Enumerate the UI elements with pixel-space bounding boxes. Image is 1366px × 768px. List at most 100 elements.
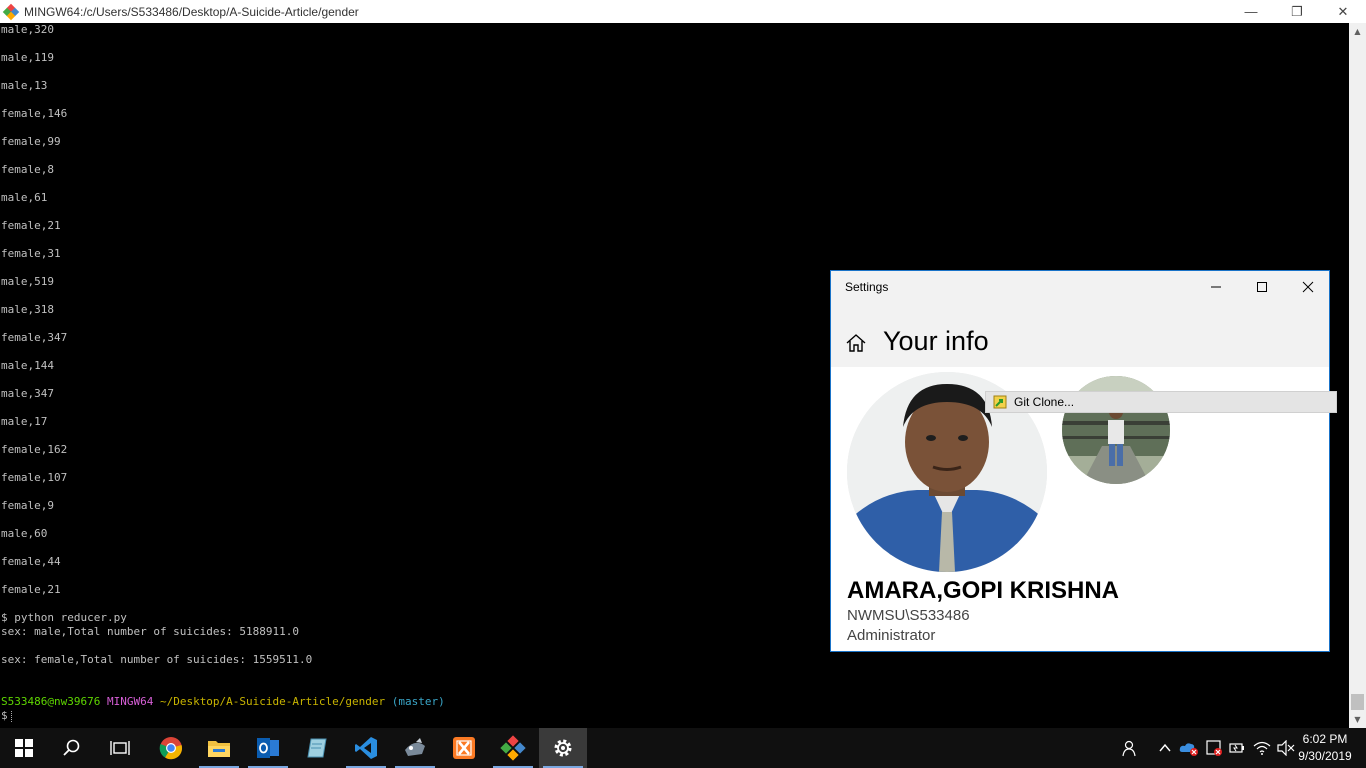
git-clone-menu-item[interactable]: Git Clone... (985, 391, 1337, 413)
file-explorer-taskbar-button[interactable] (195, 728, 243, 768)
output-line: female,146 (1, 107, 68, 120)
file-explorer-icon (208, 741, 230, 757)
outlook-taskbar-button[interactable] (244, 728, 292, 768)
settings-maximize-button[interactable] (1239, 271, 1285, 303)
output-line: female,8 (1, 163, 54, 176)
settings-minimize-button[interactable] (1193, 271, 1239, 303)
restore-button[interactable]: ❐ (1274, 0, 1320, 23)
notepad-icon (307, 738, 327, 758)
input-line[interactable]: $ (1, 709, 13, 723)
chrome-icon (159, 737, 183, 760)
people-icon (1122, 740, 1136, 757)
prompt-shell: MINGW64 (106, 695, 154, 708)
settings-titlebar[interactable]: Settings (831, 271, 1329, 303)
prompt-user: S533486@nw39676 (1, 695, 101, 708)
output-line: male,347 (1, 387, 54, 400)
user-role: Administrator (847, 627, 936, 644)
output-line: male,13 (1, 79, 48, 92)
chevron-up-icon (1159, 743, 1171, 752)
output-line: female,31 (1, 247, 61, 260)
security-tray-button[interactable] (1202, 728, 1226, 768)
output-line: female,21 (1, 583, 61, 596)
minimize-button[interactable]: — (1228, 0, 1274, 23)
settings-title: Settings (845, 280, 889, 294)
settings-taskbar-button[interactable] (539, 728, 587, 768)
prompt-path: ~/Desktop/A-Suicide-Article/gender (159, 695, 386, 708)
maximize-icon (1257, 282, 1267, 292)
git-clone-label: Git Clone... (1014, 395, 1075, 409)
wifi-icon (1253, 741, 1271, 755)
result-line: sex: female,Total number of suicides: 15… (1, 653, 313, 666)
terminal-title: MINGW64:/c/Users/S533486/Desktop/A-Suici… (24, 4, 359, 19)
output-line: male,519 (1, 275, 54, 288)
task-view-icon (110, 741, 130, 755)
output-line: male,320 (1, 23, 54, 36)
output-line: female,9 (1, 499, 54, 512)
output-line: male,119 (1, 51, 54, 64)
settings-window[interactable]: Settings Your info AMARA,GOPI KRISHNA NW… (830, 270, 1330, 652)
home-icon[interactable] (845, 332, 867, 354)
scrollbar-thumb[interactable] (1351, 694, 1364, 710)
ide-taskbar-button[interactable] (391, 728, 439, 768)
output-line: female,162 (1, 443, 68, 456)
battery-plug-icon (1229, 743, 1244, 753)
scroll-down-arrow[interactable]: ▼ (1349, 711, 1366, 728)
output-line: male,17 (1, 415, 48, 428)
close-button[interactable]: ✕ (1320, 0, 1366, 23)
page-title: Your info (883, 326, 989, 356)
text-cursor (10, 710, 13, 722)
prompt-line: S533486@nw39676 MINGW64 ~/Desktop/A-Suic… (1, 695, 445, 709)
shield-warning-icon (1206, 740, 1222, 756)
result-line: sex: male,Total number of suicides: 5188… (1, 625, 300, 638)
output-line: female,347 (1, 331, 68, 344)
people-button[interactable] (1118, 728, 1142, 768)
chrome-taskbar-button[interactable] (147, 728, 195, 768)
output-line: female,107 (1, 471, 68, 484)
xampp-icon (453, 737, 475, 759)
search-icon (63, 739, 80, 756)
onedrive-error-icon (1179, 743, 1198, 756)
power-tray-button[interactable] (1226, 728, 1250, 768)
output-line: male,60 (1, 527, 48, 540)
scroll-up-arrow[interactable]: ▲ (1349, 23, 1366, 40)
user-name: AMARA,GOPI KRISHNA (847, 577, 1120, 604)
prompt-symbol: $ (1, 709, 8, 722)
output-line: female,44 (1, 555, 61, 568)
search-button[interactable] (48, 728, 96, 768)
minimize-icon (1211, 286, 1221, 288)
output-line: male,61 (1, 191, 48, 204)
terminal-titlebar[interactable]: MINGW64:/c/Users/S533486/Desktop/A-Suici… (0, 0, 1366, 23)
clock-date: 9/30/2019 (1298, 749, 1352, 763)
taskbar: 6:02 PM 9/30/2019 (0, 728, 1366, 768)
git-clone-icon (993, 395, 1007, 409)
terminal-scrollbar[interactable]: ▲ ▼ (1349, 23, 1366, 728)
git-bash-icon (2, 3, 20, 20)
clock-time: 6:02 PM (1302, 732, 1348, 746)
output-line: female,21 (1, 219, 61, 232)
taskbar-clock[interactable]: 6:02 PM 9/30/2019 (1292, 731, 1358, 765)
user-domain: NWMSU\S533486 (847, 607, 970, 624)
show-hidden-icons-button[interactable] (1153, 728, 1177, 768)
vscode-icon (355, 737, 377, 759)
settings-header: Your info (831, 303, 1329, 367)
vscode-taskbar-button[interactable] (342, 728, 390, 768)
output-line: male,144 (1, 359, 54, 372)
network-tray-button[interactable] (1250, 728, 1274, 768)
xampp-taskbar-button[interactable] (440, 728, 488, 768)
settings-close-button[interactable] (1285, 271, 1331, 303)
settings-icon (554, 739, 572, 757)
output-line: female,99 (1, 135, 61, 148)
task-view-button[interactable] (96, 728, 144, 768)
output-line: male,318 (1, 303, 54, 316)
close-icon (1302, 281, 1314, 293)
start-button[interactable] (0, 728, 48, 768)
notepad-taskbar-button[interactable] (293, 728, 341, 768)
git-taskbar-button[interactable] (489, 728, 537, 768)
ide-icon (405, 738, 425, 756)
git-icon (500, 735, 526, 761)
start-icon (15, 739, 33, 757)
command-line: $ python reducer.py (1, 611, 127, 624)
outlook-icon (257, 738, 279, 758)
prompt-branch: (master) (391, 695, 445, 708)
onedrive-tray-button[interactable] (1177, 728, 1201, 768)
